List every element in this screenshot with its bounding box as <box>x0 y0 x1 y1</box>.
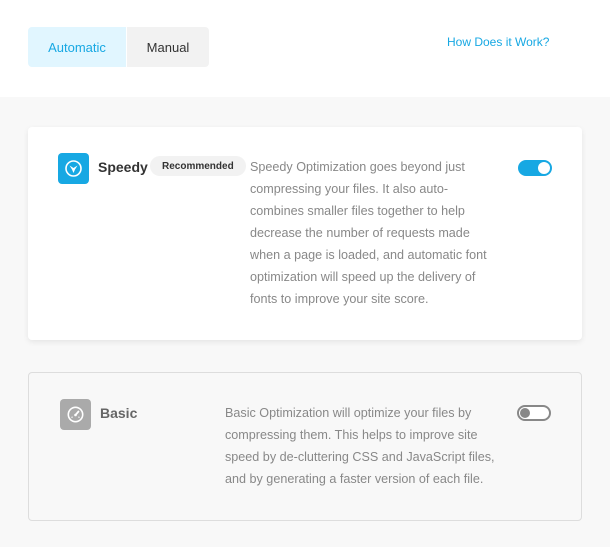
speedy-bird-icon <box>58 153 89 184</box>
speedy-title: Speedy <box>98 159 148 175</box>
top-bar: Automatic Manual How Does it Work? <box>0 0 610 97</box>
toggle-knob <box>538 162 550 174</box>
gauge-icon <box>60 399 91 430</box>
basic-description: Basic Optimization will optimize your fi… <box>225 406 495 486</box>
speedy-card[interactable]: Speedy Recommended Speedy Optimization g… <box>28 127 582 340</box>
mode-tabs: Automatic Manual <box>28 27 209 67</box>
speedy-description: Speedy Optimization goes beyond just com… <box>250 160 487 306</box>
tab-automatic[interactable]: Automatic <box>28 27 126 67</box>
recommended-badge: Recommended <box>150 156 246 176</box>
how-does-it-work-link[interactable]: How Does it Work? <box>447 35 549 49</box>
basic-title: Basic <box>100 405 138 421</box>
tab-manual[interactable]: Manual <box>126 27 209 67</box>
basic-toggle[interactable] <box>517 405 551 421</box>
toggle-knob <box>520 408 530 418</box>
speedy-toggle[interactable] <box>518 160 552 176</box>
basic-card[interactable]: Basic Basic Optimization will optimize y… <box>28 372 582 521</box>
